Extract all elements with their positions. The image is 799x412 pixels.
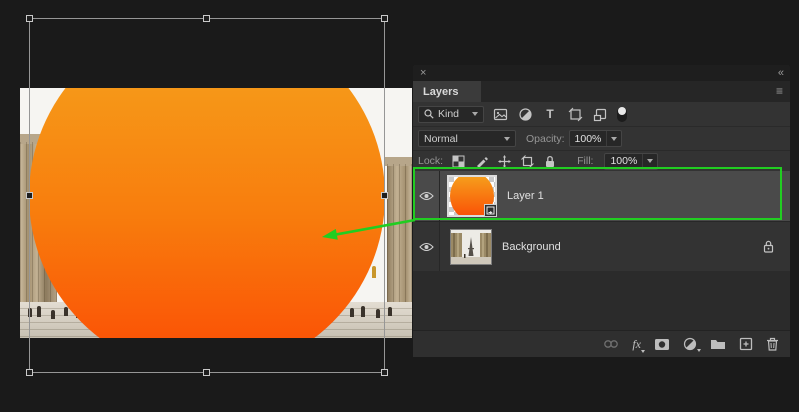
eye-icon [418, 191, 434, 201]
new-group-icon[interactable] [710, 338, 726, 350]
fill-input[interactable]: 100% [604, 152, 659, 170]
submenu-caret [697, 349, 701, 352]
transform-handle-bottom-middle[interactable] [203, 369, 210, 376]
transform-handle-bottom-right[interactable] [381, 369, 388, 376]
tab-layers[interactable]: Layers [413, 81, 481, 102]
filter-toggle-switch[interactable] [617, 106, 627, 122]
toggle-ball [618, 106, 626, 115]
layers-panel-footer: fx [413, 330, 790, 357]
collapse-panels-icon[interactable]: « [778, 67, 784, 79]
fill-label: Fill: [577, 155, 594, 167]
fx-glyph: fx [632, 336, 641, 351]
panel-tab-bar: Layers ≡ [413, 81, 790, 102]
smart-object-filter-icon[interactable] [592, 106, 608, 122]
panel-group-header: × « [413, 65, 790, 81]
opacity-label: Opacity: [526, 132, 565, 145]
blend-mode-bar: Normal Opacity: 100% [413, 127, 790, 151]
lock-label: Lock: [418, 155, 444, 167]
search-icon [424, 109, 434, 119]
blend-mode-select[interactable]: Normal [418, 130, 516, 147]
layer-list: Layer 1 Background [413, 171, 790, 330]
filter-kind-select[interactable]: Kind [418, 105, 484, 123]
adjustment-layer-filter-icon[interactable] [517, 106, 533, 122]
lock-all-icon[interactable] [542, 153, 558, 169]
opacity-dropdown-button[interactable] [606, 131, 621, 146]
layer-filter-bar: Kind T [413, 102, 790, 127]
filter-kind-value: Kind [438, 108, 460, 120]
background-thumbnail-image [451, 229, 491, 264]
transform-handle-top-left[interactable] [26, 15, 33, 22]
lock-position-icon[interactable] [496, 153, 512, 169]
transform-handle-middle-right[interactable] [381, 191, 388, 199]
photo-right-column [385, 157, 412, 302]
new-layer-icon[interactable] [739, 337, 753, 351]
chevron-down-icon [647, 159, 654, 163]
layer-row-layer-1[interactable]: Layer 1 [413, 171, 790, 221]
photoshop-workspace: × « Layers ≡ Kind T Normal Opacity: 100%… [0, 0, 799, 412]
new-adjustment-layer-icon[interactable] [683, 337, 701, 352]
transform-handle-top-right[interactable] [381, 15, 388, 22]
transform-handle-top-middle[interactable] [203, 15, 210, 22]
lock-image-pixels-icon[interactable] [473, 153, 489, 169]
layer-list-empty-area[interactable] [413, 271, 790, 330]
photo-person [388, 307, 392, 316]
layer-row-background[interactable]: Background [413, 221, 790, 271]
shape-layer-filter-icon[interactable] [567, 106, 583, 122]
delete-layer-icon[interactable] [766, 337, 779, 351]
chevron-down-icon [611, 136, 618, 141]
background-lock-badge[interactable] [763, 240, 774, 253]
smart-object-badge-icon [484, 204, 497, 217]
layer-styles-icon[interactable]: fx [632, 336, 645, 353]
layer-name: Layer 1 [507, 190, 544, 202]
chevron-down-icon [472, 112, 478, 116]
layer-thumbnail-background-photo[interactable] [450, 228, 492, 265]
link-layers-icon[interactable] [603, 338, 619, 350]
opacity-value: 100% [574, 132, 602, 145]
pixel-layer-filter-icon[interactable] [492, 106, 508, 122]
lock-artboard-icon[interactable] [519, 153, 535, 169]
type-layer-filter-icon[interactable]: T [542, 106, 558, 122]
layers-panel: × « Layers ≡ Kind T Normal Opacity: 100%… [413, 65, 790, 357]
lock-transparent-pixels-icon[interactable] [450, 153, 466, 169]
transform-bounding-box[interactable] [26, 15, 388, 376]
filter-type-icons: T [492, 106, 627, 122]
layer-visibility-toggle[interactable] [413, 222, 440, 271]
layer-name: Background [502, 240, 561, 253]
transform-handle-bottom-left[interactable] [26, 369, 33, 376]
blend-mode-value: Normal [424, 132, 458, 145]
fill-dropdown-button[interactable] [642, 153, 657, 169]
lock-icon [763, 240, 774, 253]
chevron-down-icon [504, 136, 510, 141]
lock-bar: Lock: Fill: 100% [413, 151, 790, 171]
submenu-caret [641, 349, 645, 353]
panel-menu-icon[interactable]: ≡ [776, 84, 783, 98]
add-layer-mask-icon[interactable] [654, 338, 670, 351]
layer-visibility-toggle[interactable] [413, 171, 440, 221]
close-panel-icon[interactable]: × [420, 68, 426, 79]
transform-handle-middle-left[interactable] [26, 191, 33, 199]
opacity-input[interactable]: 100% [568, 130, 623, 147]
fill-value: 100% [610, 155, 638, 167]
layer-thumbnail-smart-object[interactable] [447, 175, 497, 217]
eye-icon [418, 242, 434, 251]
